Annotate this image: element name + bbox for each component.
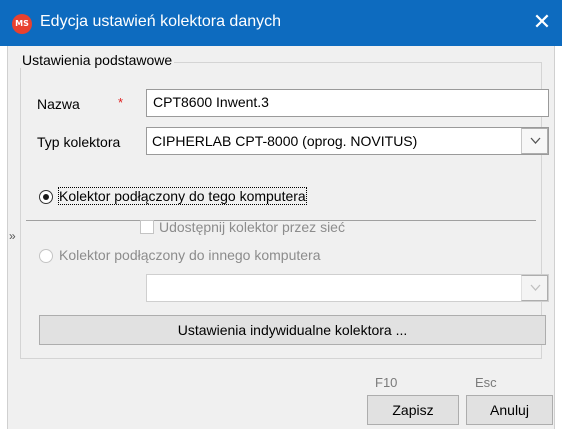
remote-collector-radio[interactable] — [39, 249, 53, 263]
cancel-shortcut-hint: Esc — [475, 375, 497, 390]
title-bar: MS Edycja ustawień kolektora danych ✕ — [0, 0, 562, 46]
close-icon[interactable]: ✕ — [522, 0, 562, 46]
type-dropdown-button[interactable] — [521, 128, 548, 154]
name-input[interactable]: CPT8600 Inwent.3 — [146, 89, 549, 117]
dialog-body: Ustawienia podstawowe Nazwa * CPT8600 In… — [8, 46, 554, 429]
selection-marker: » — [9, 229, 16, 243]
chevron-down-icon — [530, 137, 541, 144]
type-select-value: CIPHERLAB CPT-8000 (oprog. NOVITUS) — [152, 133, 418, 149]
cancel-button[interactable]: Anuluj — [466, 395, 553, 425]
required-marker: * — [118, 95, 124, 110]
remote-collector-label: Kolektor podłączony do innego komputera — [59, 247, 321, 263]
individual-settings-button[interactable]: Ustawienia indywidualne kolektora ... — [39, 315, 546, 345]
remote-dropdown-button[interactable] — [521, 275, 548, 301]
window-title: Edycja ustawień kolektora danych — [40, 13, 282, 30]
app-logo-icon: MS — [12, 14, 32, 34]
window-frame-right — [554, 46, 562, 429]
chevron-down-icon — [530, 284, 541, 291]
local-collector-label[interactable]: Kolektor podłączony do tego komputera — [58, 187, 307, 205]
type-select[interactable]: CIPHERLAB CPT-8000 (oprog. NOVITUS) — [146, 127, 549, 155]
share-network-label: Udostępnij kolektor przez sieć — [159, 219, 345, 235]
type-label: Typ kolektora — [37, 134, 121, 150]
save-shortcut-hint: F10 — [375, 375, 398, 390]
save-button[interactable]: Zapisz — [367, 395, 459, 425]
group-title: Ustawienia podstawowe — [20, 52, 175, 68]
name-label: Nazwa — [37, 96, 80, 112]
share-network-checkbox[interactable] — [140, 220, 154, 234]
local-collector-radio[interactable] — [39, 190, 53, 204]
window-frame-left — [0, 46, 8, 429]
remote-computer-select[interactable] — [146, 274, 549, 302]
